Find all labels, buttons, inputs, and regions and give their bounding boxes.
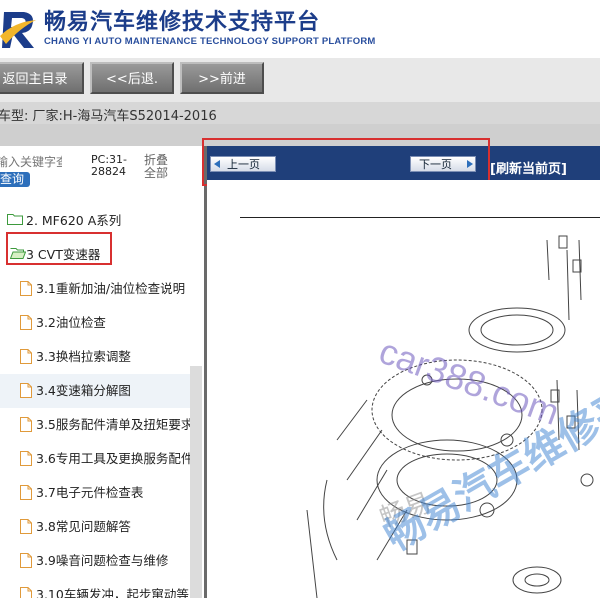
- back-button[interactable]: <<后退.: [90, 62, 174, 94]
- tree-item-document[interactable]: 3.10车辆发冲，起步窜动等: [0, 578, 190, 598]
- sidebar: 查询 PC:31-28824 折叠全部 2. MF620 A系列 3 CVT变速…: [0, 146, 204, 598]
- tree-item-label: 3.10车辆发冲，起步窜动等: [36, 587, 189, 598]
- pc-label: PC:31-28824: [91, 153, 127, 178]
- home-button[interactable]: 返回主目录: [0, 62, 84, 94]
- tree-item-label: 3.4变速箱分解图: [36, 383, 131, 398]
- tree-item-label: 3.7电子元件检查表: [36, 485, 144, 500]
- vehicle-info: 车型: 厂家:H-海马汽车S52014-2016: [0, 109, 217, 124]
- tree-item-document-selected[interactable]: 3.4变速箱分解图: [0, 374, 190, 408]
- tree-item-label: 3.9噪音问题检查与维修: [36, 553, 169, 568]
- forward-button[interactable]: >>前进: [180, 62, 264, 94]
- document-icon: [20, 519, 32, 534]
- collapse-all-link[interactable]: 折叠全部: [144, 154, 174, 180]
- refresh-page-link[interactable]: [刷新当前页]: [490, 158, 567, 177]
- document-icon: [20, 281, 32, 296]
- tree-item-label: 3.6专用工具及更换服务配件: [36, 451, 190, 466]
- highlight-box-pager: [202, 138, 490, 186]
- tree-item-label: 3.3换档拉索调整: [36, 349, 131, 364]
- tree-item-document[interactable]: 3.7电子元件检查表: [0, 476, 190, 510]
- tree-item-label: 3.5服务配件清单及扭矩要求: [36, 417, 190, 432]
- highlight-box-cvt: [6, 232, 112, 265]
- document-icon: [20, 383, 32, 398]
- app-title: 畅易汽车维修技术支持平台: [44, 10, 321, 35]
- main-toolbar: 返回主目录 <<后退. >>前进: [0, 58, 600, 102]
- document-icon: [20, 349, 32, 364]
- tree-item-document[interactable]: 3.6专用工具及更换服务配件: [0, 442, 190, 476]
- tree-item-document[interactable]: 3.9噪音问题检查与维修: [0, 544, 190, 578]
- tree-item-label: 3.2油位检查: [36, 315, 106, 330]
- cy-logo: [0, 12, 36, 48]
- tree-item-document[interactable]: 3.2油位检查: [0, 306, 190, 340]
- app-header: 畅易汽车维修技术支持平台 CHANG YI AUTO MAINTENANCE T…: [0, 0, 600, 58]
- document-icon: [20, 417, 32, 432]
- document-icon: [20, 315, 32, 330]
- document-icon: [20, 553, 32, 568]
- search-button[interactable]: 查询: [0, 172, 30, 187]
- vehicle-info-bar: 车型: 厂家:H-海马汽车S52014-2016: [0, 102, 600, 124]
- document-icon: [20, 485, 32, 500]
- tree-item-label: 3.1重新加油/油位检查说明: [36, 281, 186, 296]
- tree-item-document[interactable]: 3.5服务配件清单及扭矩要求: [0, 408, 190, 442]
- tree-item-document[interactable]: 3.3换档拉索调整: [0, 340, 190, 374]
- tree-item-document[interactable]: 3.1重新加油/油位检查说明: [0, 272, 190, 306]
- sidebar-scrollbar[interactable]: [190, 366, 202, 598]
- app-subtitle: CHANG YI AUTO MAINTENANCE TECHNOLOGY SUP…: [44, 36, 376, 47]
- folder-icon: [7, 214, 23, 225]
- document-icon: [20, 451, 32, 466]
- tree-item-label: 3.8常见问题解答: [36, 519, 131, 534]
- document-icon: [20, 587, 32, 598]
- tree-item-document[interactable]: 3.8常见问题解答: [0, 510, 190, 544]
- search-input[interactable]: [0, 154, 62, 170]
- document-divider: [240, 217, 600, 218]
